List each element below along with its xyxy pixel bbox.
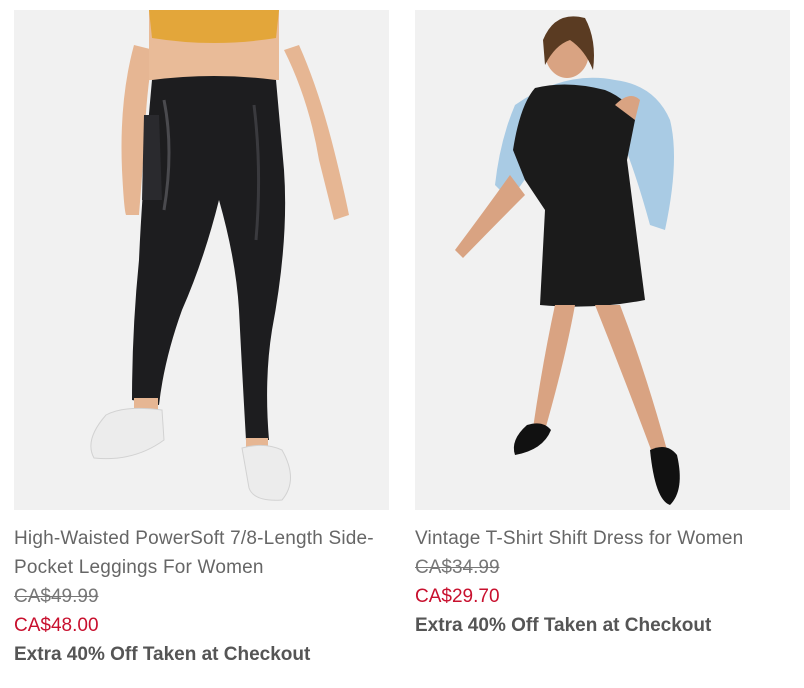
product-grid: High-Waisted PowerSoft 7/8-Length Side-P… xyxy=(14,10,790,669)
product-card-leggings[interactable]: High-Waisted PowerSoft 7/8-Length Side-P… xyxy=(14,10,389,669)
product-card-dress[interactable]: Vintage T-Shirt Shift Dress for Women CA… xyxy=(415,10,790,669)
promo-text: Extra 40% Off Taken at Checkout xyxy=(415,615,712,636)
product-image-leggings[interactable] xyxy=(14,10,389,510)
product-title[interactable]: Vintage T-Shirt Shift Dress for Women xyxy=(415,524,790,553)
original-price: CA$34.99 xyxy=(415,557,500,578)
promo-text: Extra 40% Off Taken at Checkout xyxy=(14,644,311,665)
original-price: CA$49.99 xyxy=(14,586,99,607)
product-image-dress[interactable] xyxy=(415,10,790,510)
sale-price: CA$48.00 xyxy=(14,615,99,636)
sale-price: CA$29.70 xyxy=(415,586,500,607)
product-title[interactable]: High-Waisted PowerSoft 7/8-Length Side-P… xyxy=(14,524,389,582)
